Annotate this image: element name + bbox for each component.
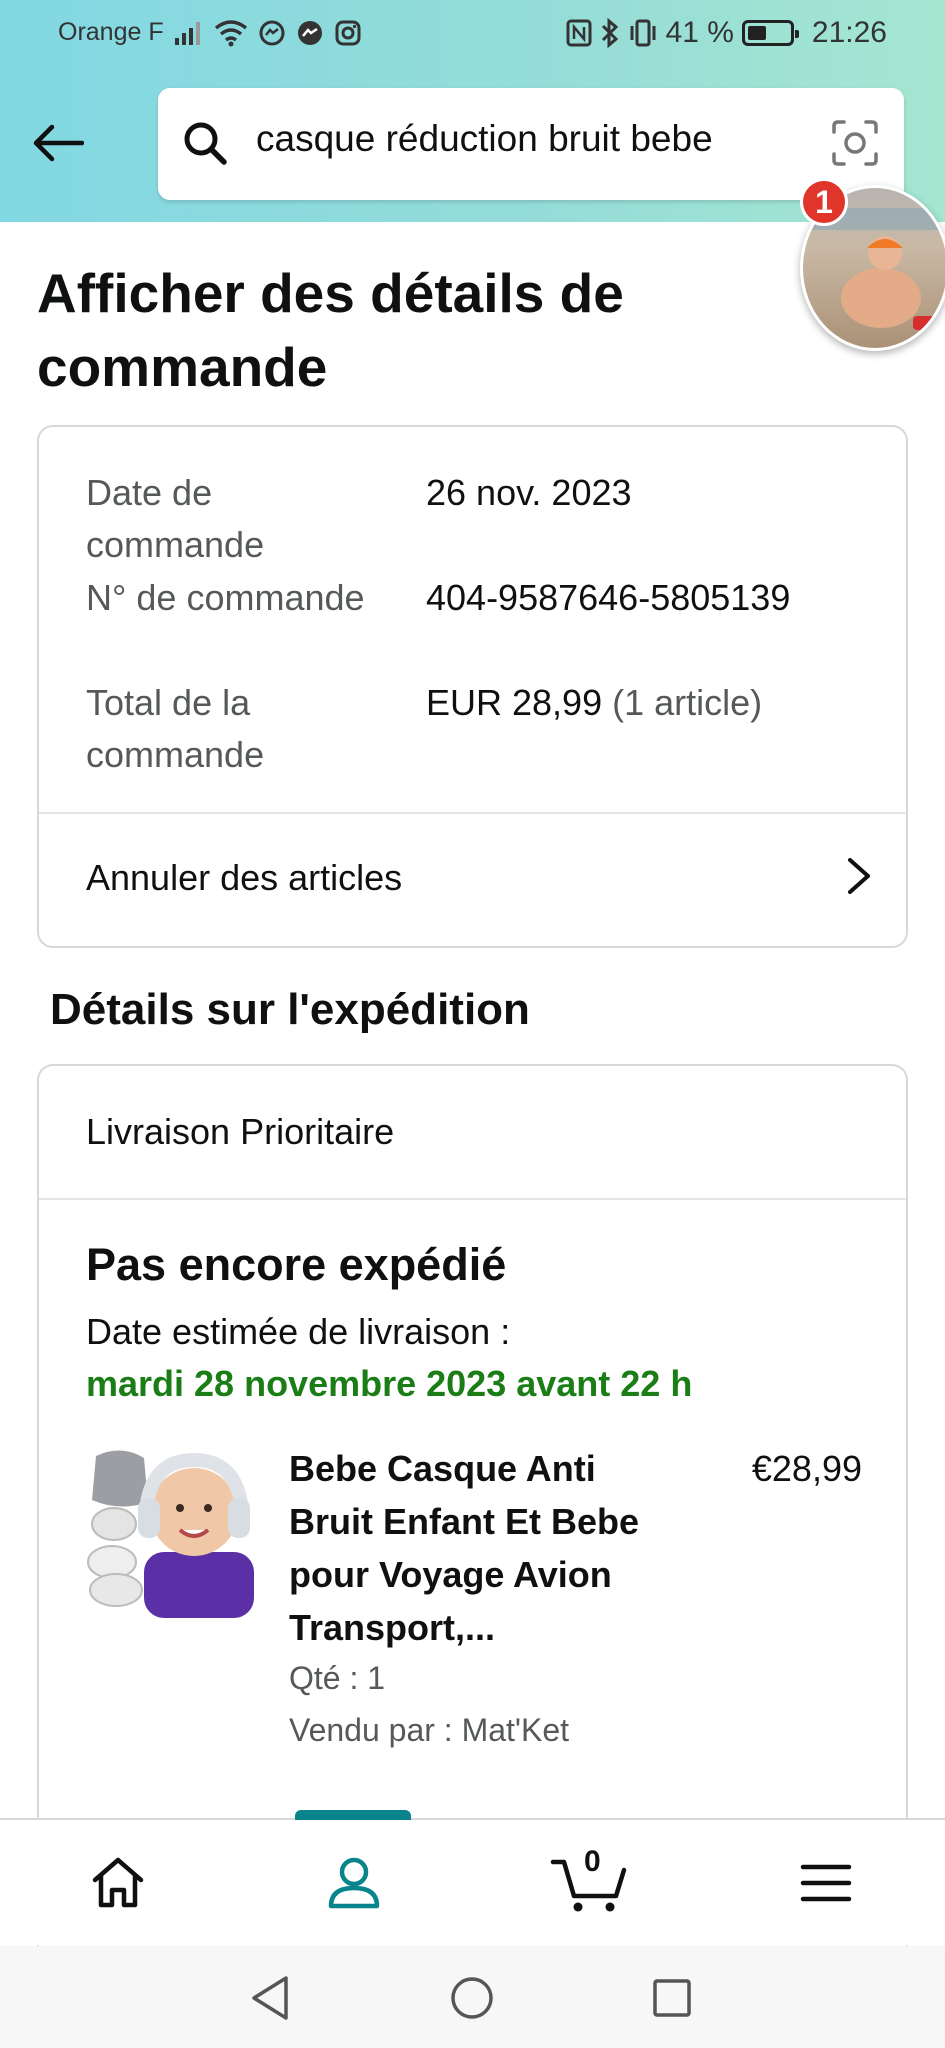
- order-number-label: N° de commande: [86, 577, 365, 618]
- nav-home[interactable]: [0, 1820, 236, 1945]
- cancel-items-label: Annuler des articles: [86, 857, 403, 898]
- battery-icon: [741, 20, 799, 46]
- carrier-label: Orange F: [58, 18, 164, 46]
- nav-cart[interactable]: 0: [472, 1820, 708, 1945]
- vibrate-icon: [628, 18, 658, 48]
- product-price: €28,99: [751, 1448, 862, 1489]
- active-tab-indicator: [295, 1810, 411, 1820]
- order-number-value: 404-9587646-5805139: [426, 577, 791, 618]
- order-total-count: (1 article): [612, 682, 763, 723]
- shipping-method: Livraison Prioritaire: [86, 1111, 395, 1152]
- order-total-label: Total de la commande: [86, 682, 265, 775]
- order-total-value: EUR 28,99 (1 article): [426, 677, 762, 729]
- wifi-icon: [214, 19, 248, 47]
- system-home-button[interactable]: [442, 1974, 502, 2022]
- nfc-icon: [566, 19, 592, 47]
- product-title-link[interactable]: Bebe Casque Anti Bruit Enfant Et Bebe po…: [289, 1442, 649, 1654]
- product-quantity: Qté : 1: [289, 1660, 386, 1696]
- battery-percent: 41 %: [665, 16, 734, 49]
- search-bar[interactable]: casque réduction bruit bebe: [158, 88, 904, 200]
- product-image[interactable]: [86, 1442, 256, 1618]
- messenger-icon: [258, 19, 286, 47]
- square-recents-icon: [653, 1979, 691, 2017]
- system-navigation-bar: [0, 1946, 945, 2048]
- nav-account[interactable]: [236, 1820, 472, 1945]
- product-seller: Vendu par : Mat'Ket: [289, 1712, 570, 1748]
- notification-badge: 1: [800, 178, 848, 226]
- order-date-value: 26 nov. 2023: [426, 472, 632, 513]
- back-button[interactable]: [30, 115, 86, 171]
- search-icon: [180, 118, 230, 173]
- delivery-estimate-date: mardi 28 novembre 2023 avant 22 h: [86, 1363, 693, 1404]
- system-recents-button[interactable]: [642, 1974, 702, 2022]
- signal-icon: [174, 20, 204, 46]
- cart-count: 0: [584, 1845, 601, 1878]
- messenger-filled-icon: [296, 19, 324, 47]
- clock: 21:26: [811, 16, 887, 49]
- camera-search-icon[interactable]: [830, 118, 880, 173]
- status-bar: Orange F 41 % 21:26: [0, 0, 945, 68]
- nav-menu[interactable]: [708, 1820, 944, 1945]
- bottom-navigation: 0: [0, 1810, 945, 1945]
- cancel-items-row[interactable]: Annuler des articles: [39, 812, 906, 948]
- divider: [39, 1198, 906, 1200]
- home-icon: [92, 1857, 144, 1907]
- order-total-amount: EUR 28,99: [426, 682, 603, 723]
- status-right: 41 % 21:26: [566, 16, 887, 50]
- arrow-left-icon: [33, 124, 84, 162]
- status-left: Orange F: [58, 18, 362, 47]
- system-back-button[interactable]: [240, 1974, 300, 2022]
- account-icon: [328, 1857, 380, 1908]
- shipment-section-title: Détails sur l'expédition: [50, 985, 530, 1034]
- bluetooth-icon: [600, 18, 620, 48]
- instagram-icon: [334, 19, 362, 47]
- search-input[interactable]: casque réduction bruit bebe: [256, 118, 796, 160]
- circle-home-icon: [451, 1977, 493, 2019]
- triangle-back-icon: [252, 1976, 288, 2020]
- profile-avatar[interactable]: 1: [800, 178, 945, 351]
- menu-icon: [800, 1864, 852, 1901]
- delivery-estimate-label: Date estimée de livraison :: [86, 1311, 511, 1352]
- order-summary-card: Date de commande 26 nov. 2023 N° de comm…: [37, 425, 908, 948]
- shipment-status: Pas encore expédié: [86, 1239, 507, 1290]
- chevron-right-icon: [844, 854, 874, 903]
- order-date-label: Date de commande: [86, 472, 265, 565]
- page-title: Afficher des détails de commande: [37, 262, 624, 398]
